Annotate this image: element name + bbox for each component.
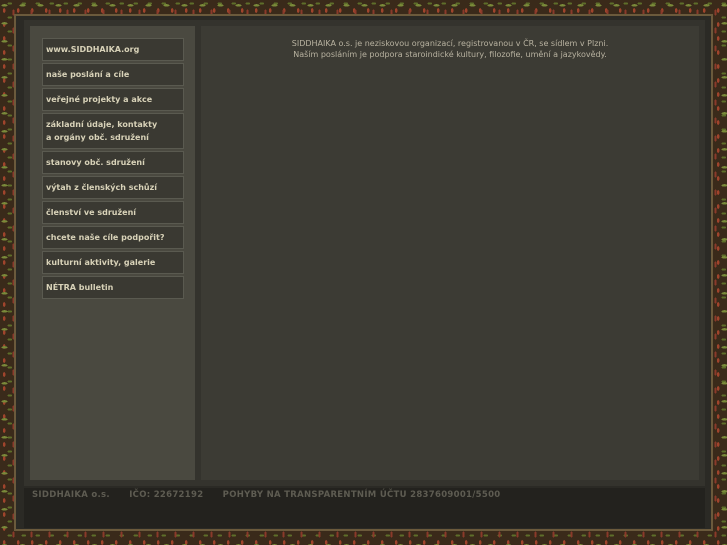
menu-item-contacts[interactable]: základní údaje, kontakty a orgány obč. s… <box>42 113 184 149</box>
page-frame: www.SIDDHAIKA.org naše poslání a cíle ve… <box>14 14 713 531</box>
menu-item-gallery[interactable]: kulturní aktivity, galerie <box>42 251 184 274</box>
menu-item-support[interactable]: chcete naše cíle podpořit? <box>42 226 184 249</box>
menu-item-label: naše poslání a cíle <box>46 70 130 79</box>
menu-item-home[interactable]: www.SIDDHAIKA.org <box>42 38 184 61</box>
footer-account: POHYBY NA TRANSPARENTNÍM ÚČTU 2837609001… <box>222 490 501 500</box>
menu-item-statutes[interactable]: stanovy obč. sdružení <box>42 151 184 174</box>
menu-item-label: NÉTRA bulletin <box>46 283 114 292</box>
intro-text: SIDDHAIKA o.s. je neziskovou organizací,… <box>201 26 699 60</box>
main-content: SIDDHAIKA o.s. je neziskovou organizací,… <box>201 26 699 480</box>
main-menu: www.SIDDHAIKA.org naše poslání a cíle ve… <box>42 38 184 301</box>
intro-line-2: Naším posláním je podpora staroindické k… <box>293 50 607 59</box>
menu-item-label: veřejné projekty a akce <box>46 95 153 104</box>
footer-ico: IČO: 22672192 <box>129 490 204 500</box>
menu-item-mission[interactable]: naše poslání a cíle <box>42 63 184 86</box>
menu-item-label: www.SIDDHAIKA.org <box>46 45 140 54</box>
footer-text: SIDDHAIKA o.s. IČO: 22672192 POHYBY NA T… <box>32 490 517 500</box>
footer-org: SIDDHAIKA o.s. <box>32 490 110 500</box>
menu-item-label: základní údaje, kontakty <box>46 120 158 129</box>
sidebar: www.SIDDHAIKA.org naše poslání a cíle ve… <box>30 26 195 480</box>
menu-item-membership[interactable]: členství ve sdružení <box>42 201 184 224</box>
menu-item-label: kulturní aktivity, galerie <box>46 258 156 267</box>
footer: SIDDHAIKA o.s. IČO: 22672192 POHYBY NA T… <box>24 488 705 528</box>
menu-item-label-line2: a orgány obč. sdružení <box>46 133 149 142</box>
menu-item-label: výtah z členských schůzí <box>46 183 157 192</box>
menu-item-label: chcete naše cíle podpořit? <box>46 233 165 242</box>
menu-item-meetings[interactable]: výtah z členských schůzí <box>42 176 184 199</box>
menu-item-label: členství ve sdružení <box>46 208 137 217</box>
inner-panel: www.SIDDHAIKA.org naše poslání a cíle ve… <box>24 20 705 486</box>
menu-item-bulletin[interactable]: NÉTRA bulletin <box>42 276 184 299</box>
menu-item-projects[interactable]: veřejné projekty a akce <box>42 88 184 111</box>
intro-line-1: SIDDHAIKA o.s. je neziskovou organizací,… <box>291 39 609 48</box>
menu-item-label: stanovy obč. sdružení <box>46 158 145 167</box>
